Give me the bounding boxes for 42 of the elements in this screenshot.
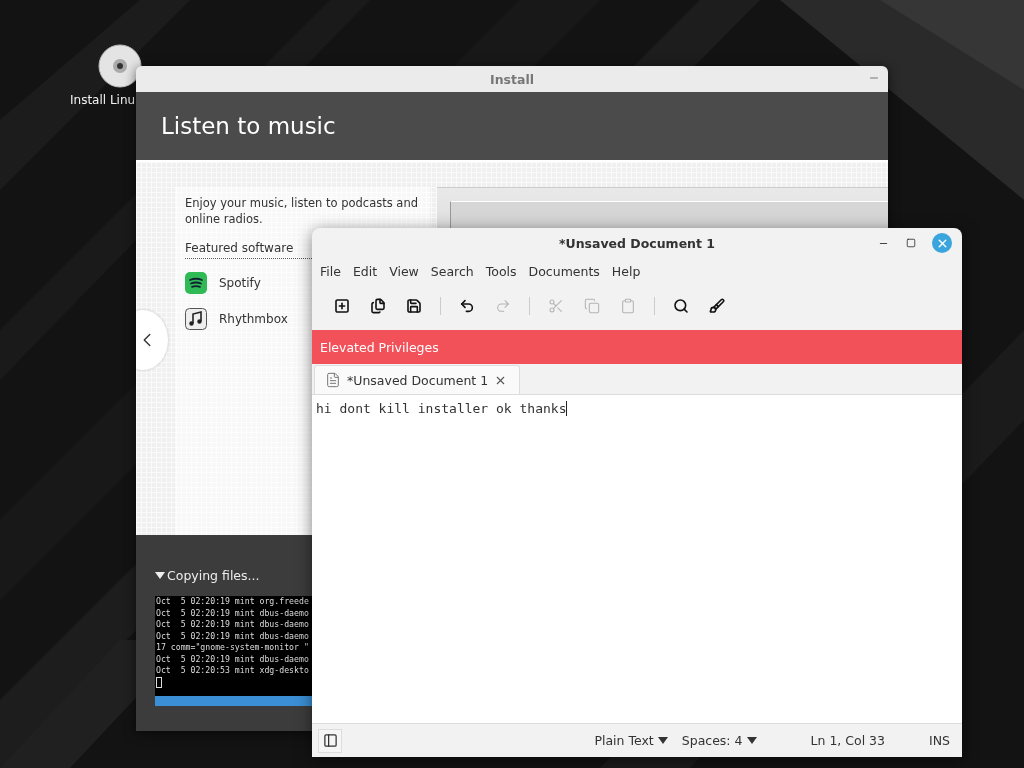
side-panel-button[interactable] — [318, 728, 342, 753]
log-line: Oct 5 02:20:19 mint dbus-daemo — [156, 619, 310, 631]
menu-item[interactable]: Edit — [346, 263, 384, 279]
document-icon — [325, 372, 341, 388]
insert-mode: INS — [929, 733, 950, 748]
language-dropdown[interactable]: Plain Text — [594, 733, 668, 748]
menu-item[interactable]: Help — [605, 263, 647, 279]
banner-text: Elevated Privileges — [320, 339, 439, 355]
caret-icon — [746, 737, 757, 744]
menu-item[interactable]: Tools — [479, 263, 523, 279]
log-line: 17 comm="gnome-system-monitor " — [156, 642, 310, 654]
spotify-icon — [185, 272, 207, 294]
window-title: *Unsaved Document 1 — [558, 235, 716, 251]
expander-icon — [155, 572, 165, 579]
caret-icon — [657, 737, 668, 744]
window-title: Install — [490, 71, 534, 87]
document-tab[interactable]: *Unsaved Document 1 — [314, 365, 521, 394]
log-line: Oct 5 02:20:19 mint dbus-daemo — [156, 653, 310, 665]
tab-label: *Unsaved Document 1 — [347, 372, 489, 388]
log-line: Oct 5 02:20:53 mint xdg-deskto — [156, 665, 310, 677]
maximize-icon — [906, 238, 916, 248]
menu-item[interactable]: File — [314, 263, 347, 279]
log-line: Oct 5 02:20:19 mint dbus-daemo — [156, 607, 310, 619]
menu-item[interactable]: Documents — [522, 263, 606, 279]
log-line: Oct 5 02:20:19 mint org.freede — [156, 596, 310, 608]
desktop-icon-label: Install Linu — [70, 93, 136, 107]
log-line: Oct 5 02:20:19 mint dbus-daemo — [156, 630, 310, 642]
app-name: Spotify — [219, 276, 261, 290]
music-note-icon — [185, 308, 207, 330]
disc-icon[interactable] — [98, 44, 142, 88]
side-panel-icon — [322, 733, 338, 748]
menu-item[interactable]: View — [383, 263, 425, 279]
text-area[interactable]: hi dont kill installer ok thanks — [312, 395, 962, 723]
cursor-position: Ln 1, Col 33 — [810, 733, 885, 748]
terminal-cursor — [156, 676, 162, 688]
spaces-dropdown[interactable]: Spaces: 4 — [681, 733, 757, 748]
slide-title: Listen to music — [161, 113, 336, 139]
close-button[interactable] — [932, 233, 952, 253]
menu-item[interactable]: Search — [424, 263, 480, 279]
document-text: hi dont kill installer ok thanks — [316, 401, 568, 416]
app-name: Rhythmbox — [219, 312, 288, 326]
description: Enjoy your music, listen to podcasts and online radios. — [185, 195, 419, 227]
